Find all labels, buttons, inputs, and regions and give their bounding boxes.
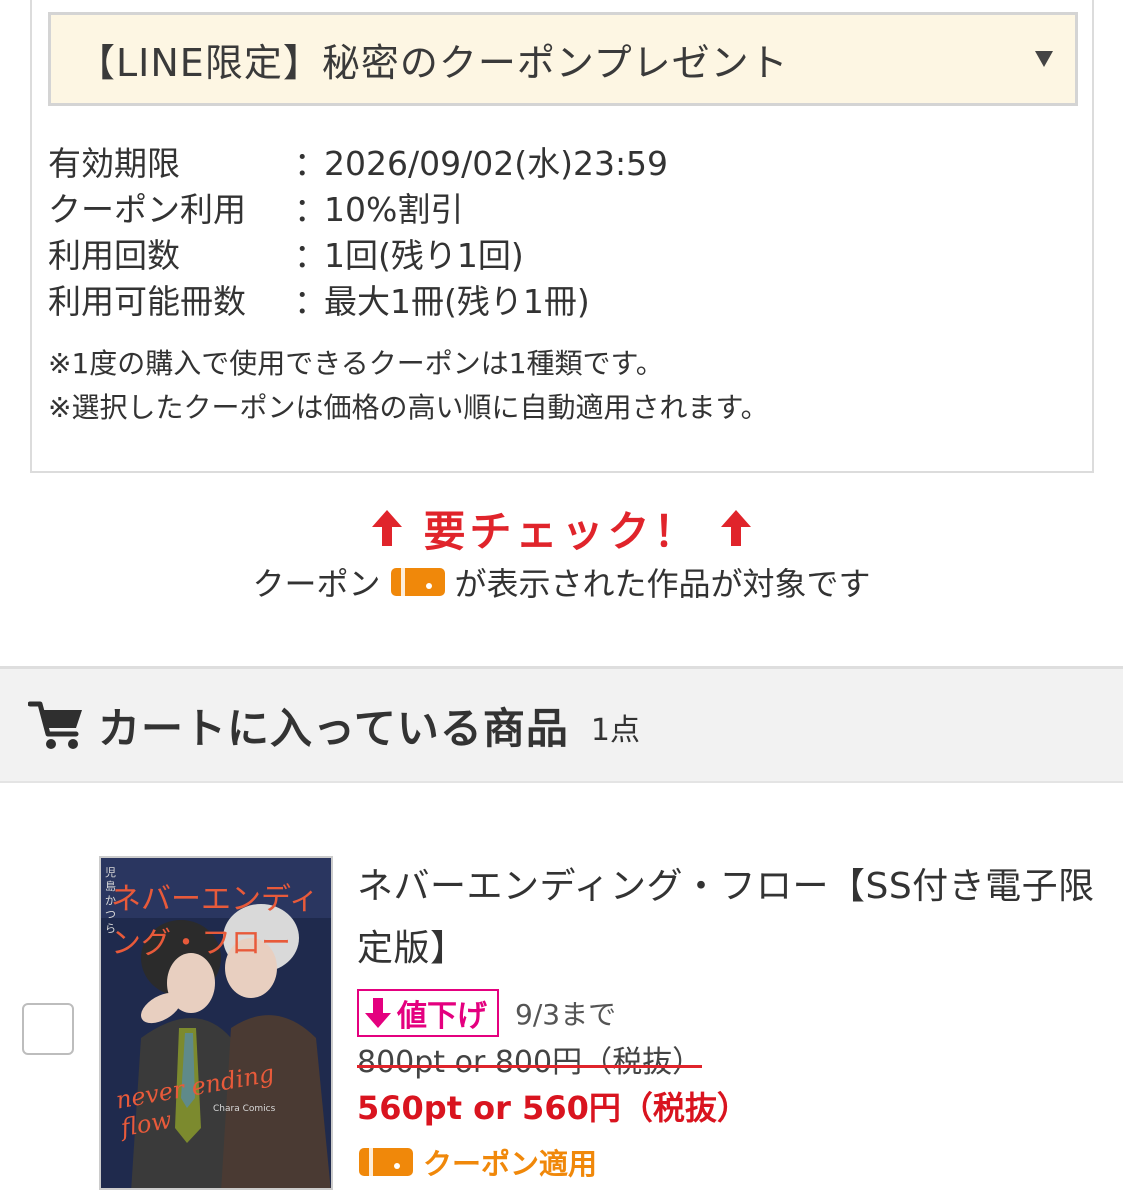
cart-title: カートに入っている商品 xyxy=(98,703,569,753)
check-heading: 要チェック！ xyxy=(0,500,1123,556)
detail-label: 有効期限 xyxy=(48,144,180,183)
detail-label: クーポン利用 xyxy=(48,190,246,229)
sale-until: 9/3まで xyxy=(515,998,617,1031)
sale-badge-label: 値下げ xyxy=(397,999,487,1034)
detail-value: 最大1冊(残り1冊) xyxy=(324,282,590,321)
check-sub-before: クーポン xyxy=(252,565,381,603)
coupon-notes: ※1度の購入で使用できるクーポンは1種類です。 ※選択したクーポンは価格の高い順… xyxy=(48,342,1068,430)
detail-value: 10%割引 xyxy=(324,190,464,229)
sale-row: 値下げ 9/3まで xyxy=(357,987,1097,1039)
detail-row-books: 利用可能冊数 ： 最大1冊(残り1冊) xyxy=(48,279,1048,325)
check-title: 要チェック！ xyxy=(423,506,700,556)
coupon-applied-label: クーポン適用 xyxy=(423,1147,598,1181)
detail-value: 2026/09/02(水)23:59 xyxy=(324,144,669,183)
check-subtext: クーポン が表示された作品が対象です xyxy=(0,556,1123,608)
new-price: 560pt or 560円（税抜） xyxy=(357,1089,749,1127)
coupon-details: 有効期限 ： 2026/09/02(水)23:59 クーポン利用 ： 10%割引… xyxy=(48,141,1048,325)
check-section: 要チェック！ クーポン が表示された作品が対象です xyxy=(0,500,1123,608)
chevron-down-icon xyxy=(1035,51,1053,67)
cover-title-jp: ネバーエンディング・フロー xyxy=(111,882,319,961)
coupon-panel: 【LINE限定】秘密のクーポンプレゼント 有効期限 ： 2026/09/02(水… xyxy=(30,0,1094,473)
product-info: ネバーエンディング・フロー【SS付き電子限定版】 値下げ 9/3まで 800pt… xyxy=(357,856,1097,1183)
detail-value: 1回(残り1回) xyxy=(324,236,524,275)
coupon-ticket-icon xyxy=(390,568,445,596)
coupon-title: 【LINE限定】秘密のクーポンプレゼント xyxy=(77,40,789,85)
detail-row-uses: 利用回数 ： 1回(残り1回) xyxy=(48,233,1048,279)
product-title[interactable]: ネバーエンディング・フロー【SS付き電子限定版】 xyxy=(357,856,1097,980)
detail-row-expiry: 有効期限 ： 2026/09/02(水)23:59 xyxy=(48,141,1048,187)
old-price: 800pt or 800円（税抜） xyxy=(357,1041,703,1085)
arrow-up-icon xyxy=(720,510,751,546)
price-drop-badge: 値下げ xyxy=(357,989,499,1037)
detail-label: 利用回数 xyxy=(48,236,180,275)
check-sub-after: が表示された作品が対象です xyxy=(454,565,871,603)
note-line: ※選択したクーポンは価格の高い順に自動適用されます。 xyxy=(48,391,769,424)
cart-icon xyxy=(28,701,82,749)
product-cover-image[interactable]: ネバーエンディング・フロー never ending flow 児島かつら Ch… xyxy=(99,856,333,1190)
cart-count: 1点 xyxy=(590,713,640,748)
detail-row-discount: クーポン利用 ： 10%割引 xyxy=(48,187,1048,233)
arrow-up-icon xyxy=(372,510,403,546)
cart-header: カートに入っている商品 1点 xyxy=(0,666,1123,783)
cover-label: Chara Comics xyxy=(213,1104,276,1114)
coupon-select[interactable]: 【LINE限定】秘密のクーポンプレゼント xyxy=(48,12,1078,106)
detail-label: 利用可能冊数 xyxy=(48,282,246,321)
coupon-ticket-icon xyxy=(359,1148,413,1176)
coupon-applied: クーポン適用 xyxy=(357,1141,1097,1183)
note-line: ※1度の購入で使用できるクーポンは1種類です。 xyxy=(48,347,664,380)
arrow-down-icon xyxy=(365,998,391,1028)
product-select-checkbox[interactable] xyxy=(22,1003,74,1055)
cover-author: 児島かつら xyxy=(105,866,116,935)
